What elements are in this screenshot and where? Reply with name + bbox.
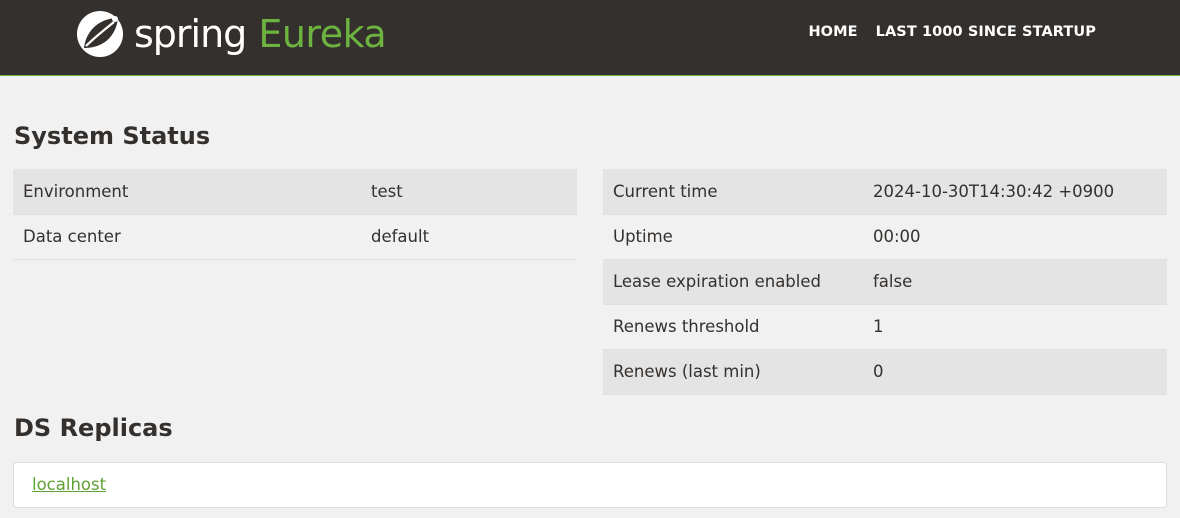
spring-leaf-icon	[77, 11, 123, 57]
status-key: Environment	[13, 169, 361, 215]
navbar: spring Eureka HOME LAST 1000 SINCE START…	[0, 0, 1180, 76]
status-value: 1	[863, 304, 1167, 350]
system-status-left-table: Environment test Data center default	[13, 169, 577, 260]
status-value: false	[863, 259, 1167, 305]
brand-logo[interactable]: spring Eureka	[74, 8, 387, 60]
ds-replicas-list: localhost	[13, 462, 1167, 508]
table-row: Current time 2024-10-30T14:30:42 +0900	[603, 169, 1167, 215]
status-key: Data center	[13, 214, 361, 260]
system-status-title: System Status	[14, 122, 211, 150]
status-value: 2024-10-30T14:30:42 +0900	[863, 169, 1167, 215]
ds-replicas-title: DS Replicas	[14, 414, 173, 442]
brand-eureka-text: Eureka	[258, 12, 387, 56]
status-value: 00:00	[863, 214, 1167, 260]
status-key: Renews (last min)	[603, 349, 863, 395]
nav-last1000-link[interactable]: LAST 1000 SINCE STARTUP	[876, 24, 1096, 40]
status-value: 0	[863, 349, 1167, 395]
status-key: Renews threshold	[603, 304, 863, 350]
status-key: Lease expiration enabled	[603, 259, 863, 305]
system-status-right-table: Current time 2024-10-30T14:30:42 +0900 U…	[603, 169, 1167, 395]
replica-link[interactable]: localhost	[32, 475, 106, 494]
table-row: Environment test	[13, 169, 577, 215]
status-value: default	[361, 214, 577, 260]
status-value: test	[361, 169, 577, 215]
table-row: Renews threshold 1	[603, 304, 1167, 350]
table-row: Data center default	[13, 214, 577, 260]
status-key: Uptime	[603, 214, 863, 260]
brand-spring-text: spring	[134, 12, 247, 56]
nav-links: HOME LAST 1000 SINCE STARTUP	[808, 24, 1096, 40]
table-row: Uptime 00:00	[603, 214, 1167, 260]
nav-home-link[interactable]: HOME	[808, 24, 857, 40]
status-key: Current time	[603, 169, 863, 215]
table-row: Renews (last min) 0	[603, 349, 1167, 395]
table-row: Lease expiration enabled false	[603, 259, 1167, 305]
